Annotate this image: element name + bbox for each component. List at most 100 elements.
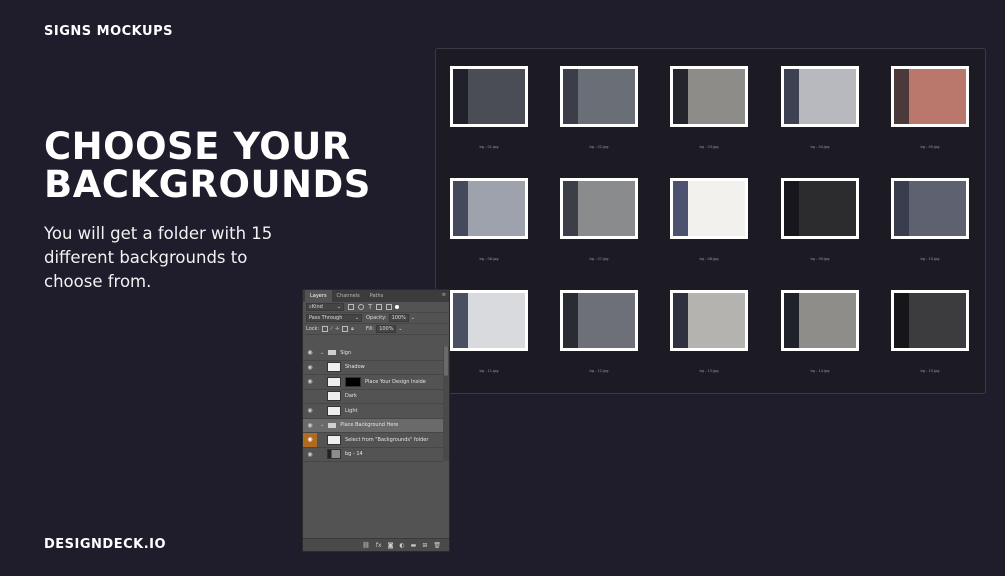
thumbnail-image: [673, 181, 745, 236]
thumbnail-filename: bg - 07.jpg: [589, 257, 609, 261]
lock-transparent-icon[interactable]: [322, 326, 329, 332]
lock-move-icon[interactable]: ✛: [335, 326, 339, 332]
thumbnail-filename: bg - 10.jpg: [920, 257, 940, 261]
layer-thumbnail: [327, 376, 341, 387]
chevron-down-icon[interactable]: ⌄: [320, 422, 324, 428]
smart-object-filter-icon[interactable]: [386, 304, 393, 310]
filter-toggle-icon[interactable]: [395, 305, 400, 309]
background-thumbnail[interactable]: [670, 66, 748, 127]
lock-label: Lock:: [306, 326, 320, 332]
image-filter-icon[interactable]: [348, 304, 354, 310]
eye-icon[interactable]: [303, 389, 317, 404]
adjustment-icon[interactable]: ◐: [399, 542, 404, 549]
background-thumbnail[interactable]: [560, 66, 638, 127]
layers-scrollbar[interactable]: [443, 346, 449, 461]
background-thumbnail[interactable]: [891, 290, 969, 351]
thumbnail-filename: bg - 11.jpg: [479, 369, 499, 373]
eye-icon[interactable]: ◉: [303, 432, 317, 447]
type-filter-icon[interactable]: T: [368, 303, 372, 311]
layer-mask-thumbnail: [345, 376, 361, 387]
layer-name: Select from "Backgrounds" folder: [345, 436, 429, 443]
blend-row: Pass Through ⌄ Opacity: 100% ⌄: [303, 313, 449, 324]
chevron-down-icon: ⌄: [336, 304, 341, 310]
folder-icon: [328, 422, 337, 428]
layer-row[interactable]: ◉ Shadow: [303, 360, 443, 375]
layer-row[interactable]: ◉ Select from "Backgrounds" folder: [303, 432, 443, 448]
background-thumbnail[interactable]: [450, 290, 528, 351]
headline-line-2: BACKGROUNDS: [44, 163, 371, 206]
thumbnail-stripe: [894, 181, 909, 236]
thumbnail-stripe: [673, 69, 688, 124]
background-thumbnail[interactable]: [670, 290, 748, 351]
background-thumbnail[interactable]: [781, 66, 859, 127]
thumbnail-image: [894, 69, 966, 124]
fx-icon[interactable]: fx: [376, 542, 382, 549]
filter-kind-select[interactable]: ⌕ Kind ⌄: [306, 303, 344, 311]
thumbnail-filename: bg - 09.jpg: [810, 257, 830, 261]
background-thumbnail[interactable]: [560, 178, 638, 239]
trash-icon[interactable]: 🗑︎: [433, 542, 441, 549]
folder-icon[interactable]: ▬: [411, 542, 417, 549]
thumbnail-filename: bg - 05.jpg: [920, 145, 940, 149]
link-icon[interactable]: ⛓︎: [362, 542, 370, 549]
new-layer-icon[interactable]: ⊞: [422, 542, 427, 549]
folder-icon: [328, 350, 337, 356]
tab-layers[interactable]: Layers: [305, 290, 332, 302]
thumbnail-image: [563, 69, 635, 124]
eye-icon[interactable]: ◉: [303, 418, 317, 433]
background-thumbnail[interactable]: [450, 178, 528, 239]
background-thumbnail[interactable]: [891, 178, 969, 239]
eye-icon[interactable]: ◉: [303, 447, 317, 462]
lock-paint-icon[interactable]: ⁄: [331, 326, 332, 332]
chevron-down-icon[interactable]: ⌄: [320, 350, 324, 356]
backgrounds-folder-window: bg - 01.jpg bg - 02.jpg bg - 03.jpg bg - 04…: [435, 48, 986, 394]
thumbnail-filename: bg - 15.jpg: [920, 369, 940, 373]
thumbnail-filename: bg - 12.jpg: [589, 369, 609, 373]
thumbnail-stripe: [784, 293, 799, 348]
background-thumbnail[interactable]: [670, 178, 748, 239]
background-thumbnail[interactable]: [560, 290, 638, 351]
background-thumbnail[interactable]: [891, 66, 969, 127]
tab-paths[interactable]: Paths: [365, 290, 389, 302]
thumbnail-stripe: [784, 181, 799, 236]
thumbnail-image: [894, 181, 966, 236]
layer-row[interactable]: ◉ ⌄ Place Background Here: [303, 418, 443, 433]
eye-icon[interactable]: ◉: [303, 375, 317, 390]
chevron-down-icon: ⌄: [354, 315, 359, 321]
eye-icon[interactable]: ◉: [303, 360, 317, 375]
thumbnail-stripe: [453, 293, 468, 348]
layer-row[interactable]: ◉ Light: [303, 404, 443, 419]
tab-channels[interactable]: Channels: [332, 290, 365, 302]
chevron-down-icon[interactable]: ⌄: [411, 315, 415, 321]
layer-name: Sign: [340, 349, 352, 356]
description-text: You will get a folder with 15 different …: [44, 224, 273, 291]
panel-tabs: Layers Channels Paths: [303, 290, 449, 302]
thumbnail-image: [563, 293, 635, 348]
background-thumbnail[interactable]: [450, 66, 528, 127]
lock-artboard-icon[interactable]: [342, 326, 349, 332]
background-thumbnail[interactable]: [781, 178, 859, 239]
thumbnail-image: [784, 69, 856, 124]
layer-row[interactable]: ◉ Place Your Design Inside: [303, 375, 443, 390]
thumbnail-stripe: [453, 181, 468, 236]
opacity-input[interactable]: 100%: [388, 314, 409, 322]
layer-name: Dark: [345, 393, 357, 400]
blend-mode-select[interactable]: Pass Through ⌄: [306, 314, 362, 322]
headline: CHOOSE YOUR BACKGROUNDS: [44, 128, 371, 204]
thumbnail-image: [784, 181, 856, 236]
eye-icon[interactable]: ◉: [303, 404, 317, 419]
adjustment-filter-icon[interactable]: [358, 304, 364, 310]
shape-filter-icon[interactable]: [376, 304, 383, 310]
background-thumbnail[interactable]: [781, 290, 859, 351]
layer-thumbnail: [327, 434, 341, 445]
layer-row[interactable]: Dark: [303, 389, 443, 404]
layer-row[interactable]: ◉ bg - 14: [303, 447, 443, 462]
mask-icon[interactable]: ◙: [388, 542, 394, 549]
thumbnail-filename: bg - 08.jpg: [699, 257, 719, 261]
layer-row[interactable]: ◉ ⌄ Sign: [303, 346, 443, 361]
chevron-down-icon[interactable]: ⌄: [398, 326, 402, 332]
panel-menu-icon[interactable]: ≡: [442, 292, 446, 298]
fill-input[interactable]: 100%: [376, 325, 397, 333]
eye-icon[interactable]: ◉: [303, 346, 317, 361]
lock-all-icon[interactable]: 🔒︎: [351, 326, 354, 332]
